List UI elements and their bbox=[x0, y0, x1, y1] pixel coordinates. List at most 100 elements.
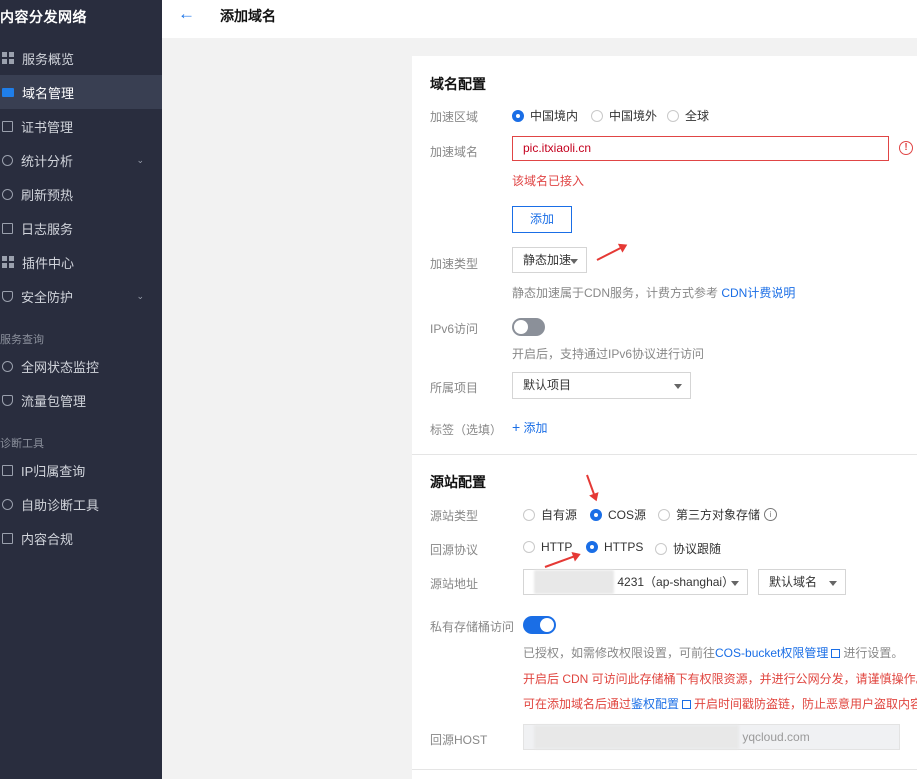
caret-down-icon bbox=[570, 259, 578, 264]
region-option-mainland[interactable]: 中国境内 bbox=[512, 107, 578, 124]
billing-link[interactable]: CDN计费说明 bbox=[721, 286, 795, 300]
sidebar-item-ip-lookup[interactable]: IP归属查询 bbox=[0, 453, 162, 487]
acceleration-type-select[interactable]: 静态加速 bbox=[512, 247, 587, 273]
chevron-down-icon: ⌄ bbox=[136, 291, 144, 301]
certificate-icon bbox=[2, 120, 13, 132]
sidebar: 内容分发网络 服务概览 域名管理 证书管理 统计分析 ⌄ 刷新预热 日志服务 插… bbox=[0, 0, 162, 779]
radio-icon bbox=[523, 541, 535, 553]
sidebar-item-logs[interactable]: 日志服务 bbox=[0, 211, 162, 245]
external-link-icon bbox=[682, 700, 692, 710]
toggle-knob bbox=[514, 320, 528, 334]
sidebar-item-traffic-packages[interactable]: 流量包管理 bbox=[0, 383, 162, 417]
acceleration-type-hint: 静态加速属于CDN服务，计费方式参考 CDN计费说明 bbox=[512, 286, 796, 300]
sidebar-item-label: 安全防护 bbox=[21, 289, 74, 305]
region-option-global[interactable]: 全球 bbox=[667, 107, 709, 124]
ipv6-hint: 开启后，支持通过IPv6协议进行访问 bbox=[512, 347, 705, 361]
protocol-label: 回源协议 bbox=[430, 543, 479, 557]
add-domain-button[interactable]: 添加 bbox=[512, 206, 572, 233]
page-header: ← 添加域名 bbox=[162, 0, 917, 38]
sidebar-item-security[interactable]: 安全防护 ⌄ bbox=[0, 279, 162, 313]
private-bucket-toggle[interactable] bbox=[523, 616, 556, 634]
tag-label: 标签（选填） bbox=[430, 423, 503, 437]
origin-host-label: 回源HOST bbox=[430, 733, 488, 747]
origin-type-cos[interactable]: COS源 bbox=[590, 506, 646, 523]
origin-address-select[interactable]: xx 4231（ap-shanghai） bbox=[523, 569, 748, 595]
radio-selected-icon bbox=[590, 508, 602, 521]
external-link-icon bbox=[831, 649, 841, 659]
sidebar-item-refresh[interactable]: 刷新预热 bbox=[0, 177, 162, 211]
sidebar-item-label: 插件中心 bbox=[22, 255, 75, 271]
region-option-overseas[interactable]: 中国境外 bbox=[591, 107, 657, 124]
sidebar-item-label: 流量包管理 bbox=[21, 393, 87, 409]
back-arrow-icon[interactable]: ← bbox=[178, 4, 195, 24]
section-divider bbox=[412, 454, 917, 455]
sidebar-item-network-monitor[interactable]: 全网状态监控 bbox=[0, 349, 162, 383]
sidebar-item-self-diagnosis[interactable]: 自助诊断工具 bbox=[0, 487, 162, 521]
radio-selected-icon bbox=[586, 541, 598, 553]
origin-host-input[interactable]: xx yqcloud.com bbox=[523, 724, 900, 750]
sidebar-item-plugins[interactable]: 插件中心 bbox=[0, 245, 162, 279]
auth-config-warning: 可在添加域名后通过鉴权配置 开启时间戳防盗链，防止恶意用户盗取内容。 bbox=[523, 697, 917, 711]
sidebar-item-statistics[interactable]: 统计分析 ⌄ bbox=[0, 143, 162, 177]
log-icon bbox=[2, 222, 13, 234]
cos-permission-link[interactable]: COS-bucket权限管理 bbox=[715, 646, 828, 660]
sidebar-item-label: 证书管理 bbox=[21, 119, 74, 135]
sidebar-item-label: 内容合规 bbox=[21, 531, 74, 547]
protocol-follow[interactable]: 协议跟随 bbox=[655, 540, 721, 557]
domain-input[interactable]: pic.itxiaoli.cn bbox=[512, 136, 889, 161]
radio-icon bbox=[655, 542, 667, 555]
radio-icon bbox=[667, 109, 679, 122]
radio-selected-icon bbox=[512, 109, 524, 122]
protocol-https[interactable]: HTTPS bbox=[586, 540, 643, 554]
origin-type-third-party[interactable]: 第三方对象存储 i bbox=[658, 506, 778, 523]
region-label: 加速区域 bbox=[430, 110, 479, 124]
acceleration-type-label: 加速类型 bbox=[430, 257, 479, 271]
protocol-http[interactable]: HTTP bbox=[523, 540, 572, 554]
sidebar-item-label: 自助诊断工具 bbox=[21, 497, 100, 513]
sidebar-item-label: 日志服务 bbox=[21, 221, 74, 237]
sidebar-item-label: 全网状态监控 bbox=[21, 359, 100, 375]
info-icon[interactable]: i bbox=[764, 508, 778, 521]
origin-config-title: 源站配置 bbox=[430, 474, 486, 490]
domain-error-message: 该域名已接入 bbox=[512, 174, 585, 188]
chevron-down-icon: ⌄ bbox=[136, 155, 144, 165]
caret-down-icon bbox=[829, 581, 837, 586]
form-card: 域名配置 加速区域 中国境内 中国境外 全球 加速域名 pic.itxiaoli… bbox=[412, 56, 917, 779]
domain-icon bbox=[2, 87, 14, 97]
monitor-icon bbox=[2, 360, 13, 372]
radio-icon bbox=[591, 109, 603, 122]
radio-icon bbox=[658, 508, 670, 521]
sidebar-item-overview[interactable]: 服务概览 bbox=[0, 41, 162, 75]
project-select[interactable]: 默认项目 bbox=[512, 372, 691, 399]
private-bucket-label: 私有存储桶访问 bbox=[430, 620, 515, 634]
origin-type-label: 源站类型 bbox=[430, 509, 479, 523]
sidebar-item-content-compliance[interactable]: 内容合规 bbox=[0, 521, 162, 555]
ipv6-label: IPv6访问 bbox=[430, 322, 479, 336]
auth-config-link[interactable]: 鉴权配置 bbox=[631, 697, 679, 711]
sidebar-item-label: IP归属查询 bbox=[21, 463, 86, 479]
origin-domain-select[interactable]: 默认域名 bbox=[758, 569, 846, 595]
origin-address-label: 源站地址 bbox=[430, 577, 479, 591]
image-icon bbox=[2, 532, 13, 544]
project-label: 所属项目 bbox=[430, 381, 479, 395]
sidebar-item-certificates[interactable]: 证书管理 bbox=[0, 109, 162, 143]
sidebar-item-label: 域名管理 bbox=[22, 85, 75, 101]
ipv6-toggle[interactable] bbox=[512, 318, 545, 336]
package-icon bbox=[2, 394, 13, 406]
refresh-icon bbox=[2, 188, 13, 200]
shield-icon bbox=[2, 290, 13, 302]
diagnosis-icon bbox=[2, 498, 13, 510]
plugin-icon bbox=[2, 256, 14, 268]
grid-icon bbox=[2, 52, 14, 64]
ip-icon bbox=[2, 464, 13, 476]
add-tag-link[interactable]: + 添加 bbox=[512, 419, 548, 436]
domain-config-title: 域名配置 bbox=[430, 76, 486, 92]
caret-down-icon bbox=[674, 384, 682, 389]
toggle-knob bbox=[540, 618, 554, 632]
sidebar-item-domain-management[interactable]: 域名管理 bbox=[0, 75, 162, 109]
origin-type-self[interactable]: 自有源 bbox=[523, 506, 577, 523]
error-icon: ! bbox=[899, 141, 913, 155]
private-bucket-hint: 已授权，如需修改权限设置，可前往COS-bucket权限管理 进行设置。 bbox=[523, 646, 904, 660]
sidebar-item-label: 刷新预热 bbox=[21, 187, 74, 203]
private-bucket-warning: 开启后 CDN 可访问此存储桶下有权限资源，并进行公网分发，请谨慎操作。 bbox=[523, 672, 917, 686]
